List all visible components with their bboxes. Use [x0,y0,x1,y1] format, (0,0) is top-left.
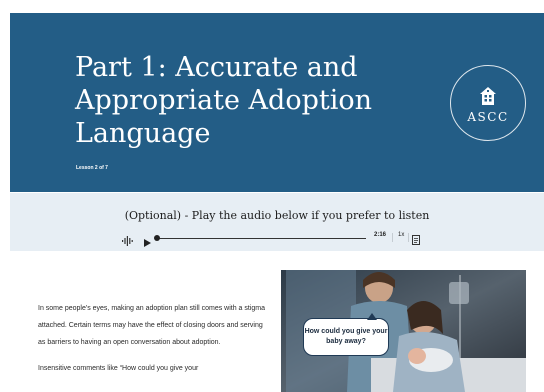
audio-player: 2:16 1x [122,232,422,247]
audio-section: (Optional) - Play the audio below if you… [10,193,544,251]
divider [408,233,409,242]
audio-scrubber[interactable] [154,235,160,241]
transcript-icon[interactable] [412,232,420,250]
speech-bubble: How could you give your baby away? [303,318,389,356]
speech-bubble-tail [367,313,377,320]
divider [392,233,393,242]
audio-duration: 2:16 [374,232,387,238]
lesson-title: Part 1: Accurate and Appropriate Adoptio… [75,52,373,149]
lesson-body: In some people's eyes, making an adoptio… [38,300,266,386]
house-icon [451,86,525,111]
lesson-progress: Lesson 2 of 7 [76,165,108,171]
paragraph: In some people's eyes, making an adoptio… [38,305,266,346]
lesson-header: Part 1: Accurate and Appropriate Adoptio… [10,13,544,192]
audio-progress-track[interactable] [156,237,366,239]
audio-heading: (Optional) - Play the audio below if you… [124,209,430,222]
waveform-icon[interactable] [122,233,134,251]
play-icon[interactable] [144,234,151,252]
paragraph: Insensitive comments like “How could you… [38,365,199,372]
playback-speed-button[interactable]: 1x [398,232,404,238]
lesson-illustration: How could you give your baby away? [281,270,526,392]
ascc-logo: ASCC [450,65,526,141]
logo-text: ASCC [467,110,509,124]
